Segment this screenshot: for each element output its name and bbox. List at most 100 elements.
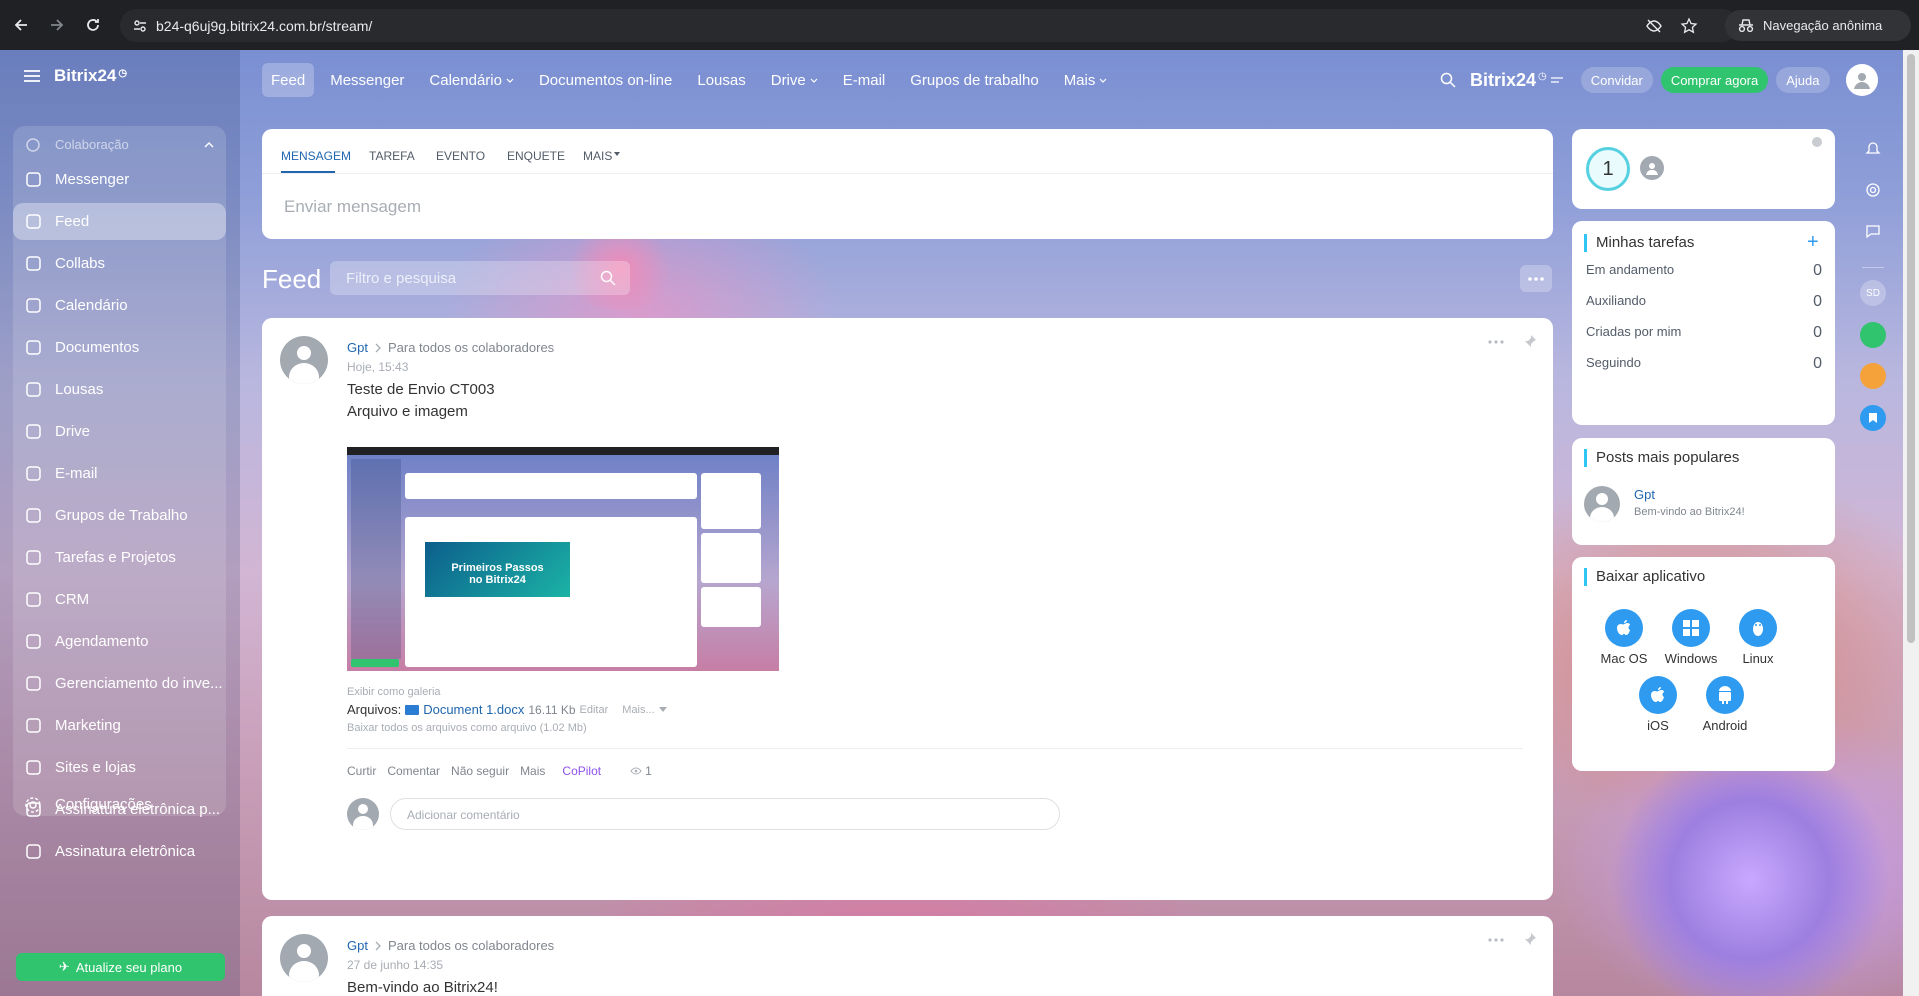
message-input[interactable]: Enviar mensagem	[284, 185, 1524, 225]
task-row[interactable]: Em andamento 0	[1586, 262, 1822, 280]
help-button[interactable]: Ajuda	[1776, 67, 1830, 93]
app-green-icon[interactable]	[1860, 322, 1886, 348]
forward-icon[interactable]	[45, 13, 69, 37]
topnav-feed[interactable]: Feed	[262, 63, 315, 97]
hamburger-icon[interactable]	[24, 70, 40, 82]
brand-name[interactable]: Bitrix24	[1470, 70, 1536, 91]
topnav-mais[interactable]: Mais	[1055, 63, 1117, 97]
upgrade-plan-button[interactable]: ✈ Atualize seu plano	[16, 953, 225, 981]
post-author[interactable]: Gpt	[347, 938, 368, 953]
address-bar[interactable]: b24-q6uj9g.bitrix24.com.br/stream/	[120, 9, 1738, 42]
post-author-avatar[interactable]	[280, 336, 328, 384]
composer-tab-mais[interactable]: MAIS	[583, 149, 612, 163]
sidebar-item-feed[interactable]: Feed	[13, 203, 226, 240]
file-more-link[interactable]: Mais...	[622, 704, 654, 716]
user-icon[interactable]	[1640, 156, 1664, 180]
eye-off-icon[interactable]	[1645, 17, 1663, 35]
copilot-button[interactable]: CoPilot	[562, 764, 601, 778]
search-icon[interactable]	[600, 270, 616, 286]
back-icon[interactable]	[9, 13, 33, 37]
search-icon[interactable]	[1440, 72, 1456, 88]
sidebar-item-drive[interactable]: Drive	[13, 413, 226, 450]
sidebar-item-marketing[interactable]: Marketing	[13, 707, 226, 744]
sidebar-item-documentos[interactable]: Documentos	[13, 329, 226, 366]
site-info-icon[interactable]	[132, 18, 148, 34]
unfollow-button[interactable]: Não seguir	[451, 764, 509, 778]
sidebar-item-crm[interactable]: CRM	[13, 581, 226, 618]
scrollbar-thumb[interactable]	[1907, 54, 1915, 643]
gallery-link[interactable]: Exibir como galeria	[347, 686, 441, 698]
app-linux[interactable]: Linux	[1718, 609, 1798, 666]
buy-now-button[interactable]: Comprar agora	[1660, 67, 1769, 93]
chevron-down-icon[interactable]	[614, 152, 620, 156]
composer-tab-tarefa[interactable]: TAREFA	[369, 149, 415, 163]
popular-author-avatar[interactable]	[1584, 486, 1620, 522]
comment-button[interactable]: Comentar	[387, 764, 440, 778]
topnav-lousas[interactable]: Lousas	[688, 63, 754, 97]
task-row[interactable]: Auxiliando 0	[1586, 293, 1822, 311]
tasks-title[interactable]: Minhas tarefas	[1584, 234, 1694, 252]
sidebar-item-gerenciamento-do-inve[interactable]: Gerenciamento do inve...	[13, 665, 226, 702]
strip-avatar[interactable]: SD	[1860, 280, 1886, 306]
topnav-grupos-de-trabalho[interactable]: Grupos de trabalho	[901, 63, 1047, 97]
topnav-messenger[interactable]: Messenger	[321, 63, 413, 97]
bell-icon[interactable]	[1860, 136, 1886, 162]
app-orange-icon[interactable]	[1860, 363, 1886, 389]
topnav-e-mail[interactable]: E-mail	[834, 63, 895, 97]
chevron-up-icon[interactable]	[204, 141, 214, 148]
composer-tab-enquete[interactable]: ENQUETE	[507, 149, 565, 163]
sidebar-item-grupos-de-trabalho[interactable]: Grupos de Trabalho	[13, 497, 226, 534]
widget-help-icon[interactable]	[1812, 137, 1822, 147]
post-audience[interactable]: Para todos os colaboradores	[388, 938, 554, 953]
topnav-calend-rio[interactable]: Calendário	[420, 63, 523, 97]
sidebar-item-lousas[interactable]: Lousas	[13, 371, 226, 408]
feed-more-button[interactable]	[1520, 265, 1552, 292]
sidebar-item-agendamento[interactable]: Agendamento	[13, 623, 226, 660]
chat-icon[interactable]	[1860, 218, 1886, 244]
app-android[interactable]: Android	[1685, 676, 1765, 733]
sidebar-group-collab[interactable]: Colaboração	[13, 126, 226, 163]
sidebar-item-sites-e-lojas[interactable]: Sites e lojas	[13, 749, 226, 786]
post-time[interactable]: Hoje, 15:43	[347, 360, 408, 374]
copilot-icon[interactable]	[1860, 177, 1886, 203]
reload-icon[interactable]	[81, 13, 105, 37]
popular-text[interactable]: Bem-vindo ao Bitrix24!	[1634, 506, 1745, 518]
like-button[interactable]: Curtir	[347, 764, 376, 778]
post-audience[interactable]: Para todos os colaboradores	[388, 340, 554, 355]
logo[interactable]: Bitrix24	[54, 66, 116, 86]
sidebar-item-collabs[interactable]: Collabs	[13, 245, 226, 282]
more-button[interactable]: Mais	[520, 764, 545, 778]
pin-icon[interactable]	[1523, 932, 1537, 946]
popular-author[interactable]: Gpt	[1634, 487, 1655, 502]
composer-tab-mensagem[interactable]: MENSAGEM	[281, 149, 351, 163]
more-dots-icon[interactable]	[1488, 938, 1504, 942]
post-time[interactable]: 27 de junho 14:35	[347, 958, 443, 972]
sidebar-item-tarefas-e-projetos[interactable]: Tarefas e Projetos	[13, 539, 226, 576]
more-dots-icon[interactable]	[1488, 340, 1504, 344]
filter-search-input[interactable]: Filtro e pesquisa	[330, 261, 630, 295]
post-author-avatar[interactable]	[280, 934, 328, 982]
file-edit-link[interactable]: Editar	[580, 704, 609, 716]
download-all-link[interactable]: Baixar todos os arquivos como arquivo (1…	[347, 722, 587, 734]
composer-tab-evento[interactable]: EVENTO	[436, 149, 485, 163]
star-icon[interactable]	[1680, 17, 1698, 35]
chevron-down-icon[interactable]	[658, 707, 667, 712]
sidebar-item-messenger[interactable]: Messenger	[13, 161, 226, 198]
post-author[interactable]: Gpt	[347, 340, 368, 355]
incognito-badge[interactable]: Navegação anônima	[1725, 10, 1911, 41]
bookmark-icon[interactable]	[1860, 405, 1886, 431]
file-link[interactable]: Document 1.docx	[423, 702, 524, 717]
sidebar-item-calend-rio[interactable]: Calendário	[13, 287, 226, 324]
pin-icon[interactable]	[1523, 334, 1537, 348]
task-row[interactable]: Seguindo 0	[1586, 355, 1822, 373]
brand-menu-icon[interactable]	[1550, 75, 1563, 85]
post-image[interactable]: Primeiros Passos no Bitrix24	[347, 447, 779, 671]
add-task-icon[interactable]: +	[1807, 232, 1819, 252]
page-scrollbar[interactable]	[1903, 50, 1919, 996]
sidebar-item-settings[interactable]: Configurações	[13, 786, 226, 823]
invite-button[interactable]: Convidar	[1580, 67, 1653, 93]
sidebar-item-assinatura-eletr-nica[interactable]: Assinatura eletrônica	[13, 833, 226, 870]
user-badge[interactable]: 1	[1586, 147, 1630, 191]
topnav-documentos-on-line[interactable]: Documentos on-line	[530, 63, 681, 97]
sidebar-item-e-mail[interactable]: E-mail	[13, 455, 226, 492]
